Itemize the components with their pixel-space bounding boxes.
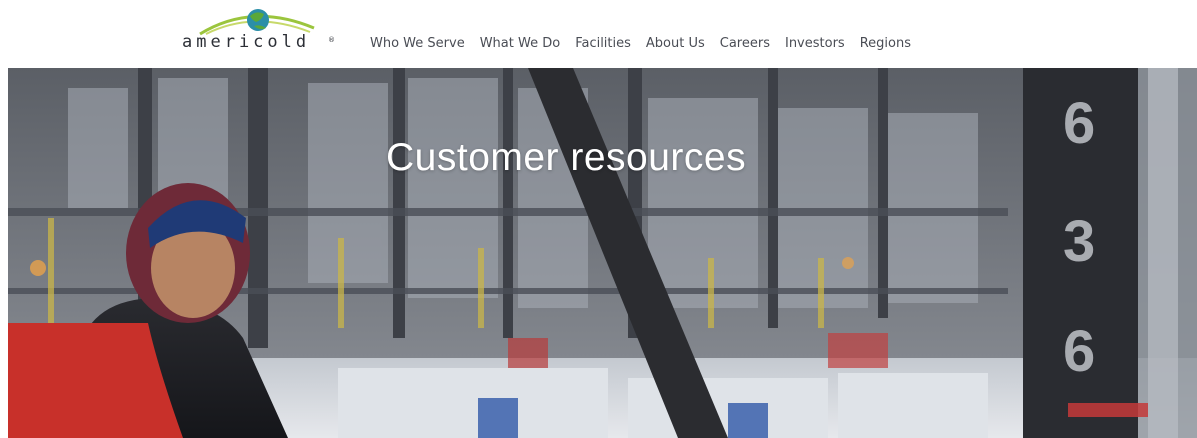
hero-background-image [8, 68, 1197, 438]
nav-who-we-serve[interactable]: Who We Serve [370, 36, 465, 51]
nav-facilities[interactable]: Facilities [575, 36, 631, 51]
main-navigation: Who We Serve What We Do Facilities About… [370, 36, 926, 51]
hero-banner: 6 3 6 Customer resources [8, 68, 1197, 438]
nav-regions[interactable]: Regions [860, 36, 911, 51]
page: americold ® Who We Serve What We Do Faci… [0, 0, 1197, 438]
nav-about-us[interactable]: About Us [646, 36, 705, 51]
rack-number-3: 6 [1063, 319, 1096, 384]
nav-what-we-do[interactable]: What We Do [480, 36, 560, 51]
logo-wordmark: americold [182, 32, 311, 52]
registered-mark: ® [328, 36, 335, 44]
page-title: Customer resources [386, 136, 747, 179]
rack-number-1: 6 [1063, 91, 1096, 156]
americold-logo[interactable]: americold ® [182, 6, 335, 58]
nav-investors[interactable]: Investors [785, 36, 845, 51]
nav-careers[interactable]: Careers [720, 36, 770, 51]
site-header: americold ® Who We Serve What We Do Faci… [0, 0, 1197, 68]
rack-number-2: 3 [1063, 209, 1096, 274]
